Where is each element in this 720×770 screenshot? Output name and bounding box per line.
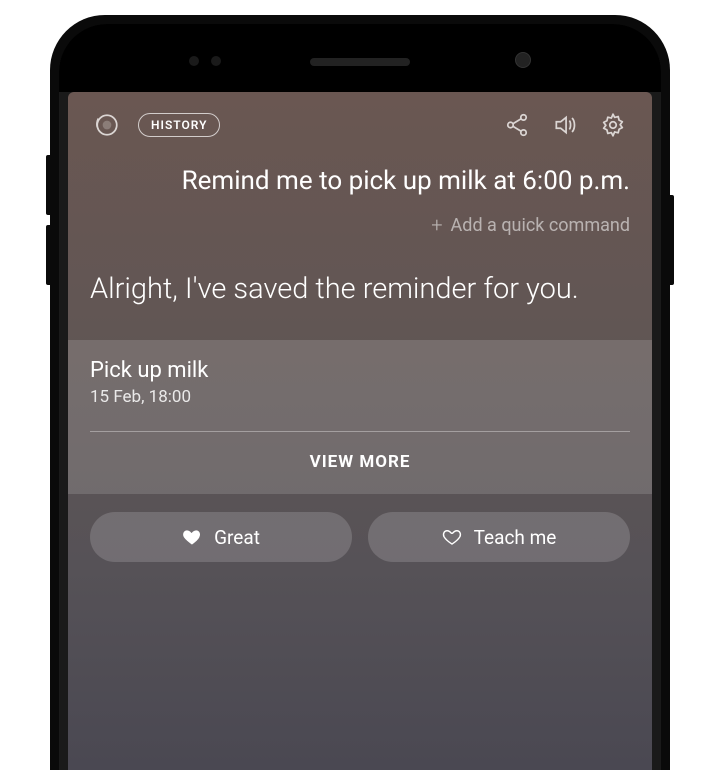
- app-screen: HISTORY Remind me to pick up milk at 6:0…: [68, 92, 652, 770]
- great-chip[interactable]: Great: [90, 512, 352, 562]
- top-bar: HISTORY: [90, 104, 630, 146]
- teach-me-chip-label: Teach me: [474, 526, 557, 549]
- user-utterance: Remind me to pick up milk at 6:00 p.m.: [120, 164, 630, 199]
- heart-outline-icon: [442, 527, 462, 547]
- sensor-cluster: [189, 56, 221, 66]
- user-utterance-block: Remind me to pick up milk at 6:00 p.m. +…: [90, 164, 630, 237]
- power-button: [670, 195, 674, 285]
- settings-icon[interactable]: [596, 108, 630, 142]
- earpiece-speaker: [310, 58, 410, 66]
- share-icon[interactable]: [500, 108, 534, 142]
- volume-icon[interactable]: [548, 108, 582, 142]
- phone-top-bezel: [59, 24, 661, 92]
- add-quick-command-button[interactable]: + Add a quick command: [431, 213, 630, 237]
- add-quick-command-label: Add a quick command: [451, 215, 630, 236]
- heart-filled-icon: [182, 527, 202, 547]
- volume-down-button: [46, 225, 50, 285]
- reminder-datetime: 15 Feb, 18:00: [90, 387, 630, 407]
- history-button[interactable]: HISTORY: [138, 113, 220, 137]
- great-chip-label: Great: [214, 526, 260, 549]
- reminder-card[interactable]: Pick up milk 15 Feb, 18:00 VIEW MORE: [68, 340, 652, 494]
- feedback-chip-row: Great Teach me: [90, 512, 630, 562]
- teach-me-chip[interactable]: Teach me: [368, 512, 630, 562]
- bixby-icon[interactable]: [90, 108, 124, 142]
- volume-up-button: [46, 155, 50, 215]
- phone-frame: HISTORY Remind me to pick up milk at 6:0…: [50, 15, 670, 770]
- front-camera: [515, 52, 531, 68]
- phone-inner: HISTORY Remind me to pick up milk at 6:0…: [59, 24, 661, 770]
- reminder-title: Pick up milk: [90, 358, 630, 383]
- plus-icon: +: [431, 213, 442, 237]
- assistant-reply: Alright, I've saved the reminder for you…: [90, 267, 630, 312]
- view-more-button[interactable]: VIEW MORE: [90, 432, 630, 494]
